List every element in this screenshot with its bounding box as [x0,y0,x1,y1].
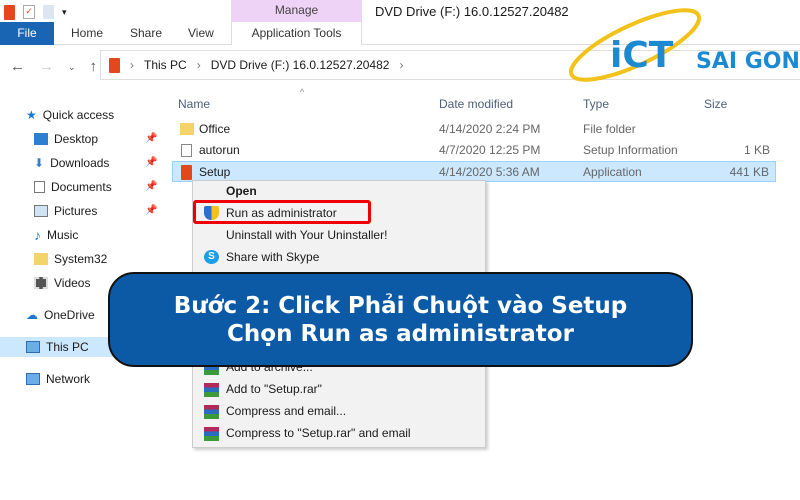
customize-dropdown-icon[interactable]: ▾ [62,7,67,18]
sidebar-item-downloads[interactable]: ⬇ Downloads [34,153,109,173]
sidebar-item-label: Downloads [50,156,110,170]
column-name[interactable]: Name [178,94,210,115]
column-type[interactable]: Type [583,94,609,115]
office-icon [4,4,15,20]
quick-access-toolbar: ✓ ▾ [4,4,67,20]
file-type: File folder [583,122,636,136]
window-title: DVD Drive (F:) 16.0.12527.20482 [375,4,569,19]
file-row[interactable]: autorun 4/7/2020 12:25 PM Setup Informat… [172,140,776,161]
chevron-right-icon: › [196,58,201,72]
back-arrow-icon[interactable]: ← [10,58,25,76]
file-type: Setup Information [583,143,678,157]
sidebar-item-onedrive[interactable]: ☁ OneDrive [26,305,95,325]
tab-application-tools[interactable]: Application Tools [231,22,362,45]
file-row-selected[interactable]: Setup 4/14/2020 5:36 AM Application 441 … [172,161,776,182]
download-icon: ⬇ [34,156,45,170]
logo-saigon: SAI GON [696,49,800,74]
file-date: 4/14/2020 2:24 PM [439,122,541,136]
sidebar-item-label: Documents [51,180,112,194]
breadcrumb-this-pc[interactable]: This PC [144,58,187,72]
forward-arrow-icon[interactable]: → [39,58,54,76]
office-icon [109,57,120,73]
sidebar-item-documents[interactable]: Documents [34,177,112,197]
documents-icon [34,181,45,193]
sidebar-item-system32[interactable]: System32 [34,249,107,269]
sidebar-item-label: System32 [54,252,108,266]
column-date-modified[interactable]: Date modified [439,94,513,115]
folder-icon [34,253,48,265]
tab-view[interactable]: View [188,22,214,45]
sidebar-item-label: Pictures [54,204,98,218]
computer-icon [26,341,40,353]
winrar-icon [204,405,219,419]
banner-line-2: Chọn Run as administrator [227,320,574,347]
logo-ict: iCT [610,35,674,76]
file-type: Application [583,165,642,179]
file-row[interactable]: Office 4/14/2020 2:24 PM File folder [172,119,776,140]
file-size: 1 KB [743,143,770,157]
menu-item-compress-setup-rar-email[interactable]: Compress to "Setup.rar" and email [226,423,411,443]
instruction-banner: Bước 2: Click Phải Chuột vào Setup Chọn … [108,272,693,367]
pin-icon[interactable]: 📌 [145,181,157,192]
sidebar-item-label: Quick access [42,108,115,122]
folder-icon [180,123,194,135]
desktop-icon [34,133,48,145]
office-icon [181,165,192,180]
up-arrow-icon[interactable]: ↑ [90,58,98,76]
videos-icon [34,277,48,289]
pictures-icon [34,205,48,217]
highlight-box [193,200,371,224]
sidebar-item-network[interactable]: Network [26,369,90,389]
sidebar-item-pictures[interactable]: Pictures [34,201,97,221]
file-date: 4/7/2020 12:25 PM [439,143,541,157]
sidebar-item-quick-access[interactable]: ★ Quick access [26,105,114,125]
properties-icon[interactable]: ✓ [23,5,35,19]
star-icon: ★ [26,108,37,122]
music-icon: ♪ [34,227,41,243]
sidebar-item-desktop[interactable]: Desktop [34,129,98,149]
setup-info-icon [181,144,192,157]
manage-context-tab: Manage [231,0,362,22]
winrar-icon [204,383,219,397]
sidebar-item-label: Videos [54,276,91,290]
menu-item-uninstall[interactable]: Uninstall with Your Uninstaller! [226,225,387,245]
navigation-buttons: ← → ⌄ ↑ [10,58,97,76]
sidebar-item-label: This PC [46,340,89,354]
column-size[interactable]: Size [704,94,727,115]
pin-icon[interactable]: 📌 [145,205,157,216]
sidebar-item-label: Music [47,228,79,242]
skype-icon: S [204,250,219,264]
sidebar-item-label: Network [46,372,91,386]
chevron-right-icon[interactable]: › [399,58,403,72]
file-name: Office [199,122,231,136]
breadcrumb-dvd-drive[interactable]: DVD Drive (F:) 16.0.12527.20482 [211,58,390,72]
menu-item-compress-email[interactable]: Compress and email... [226,401,346,421]
menu-item-add-to-setup-rar[interactable]: Add to "Setup.rar" [226,379,322,399]
banner-line-1: Bước 2: Click Phải Chuột vào Setup [173,292,628,319]
sidebar-item-music[interactable]: ♪ Music [34,225,78,245]
winrar-icon [204,427,219,441]
sort-caret-icon: ^ [300,87,305,97]
sidebar-item-label: OneDrive [44,308,95,322]
file-name: autorun [199,143,240,157]
file-size: 441 KB [729,165,769,179]
network-icon [26,373,40,385]
tab-share[interactable]: Share [130,22,162,45]
pin-icon[interactable]: 📌 [145,157,157,168]
pin-icon[interactable]: 📌 [145,133,157,144]
menu-item-open[interactable]: Open [226,181,257,201]
sidebar-item-videos[interactable]: Videos [34,273,90,293]
ict-saigon-logo: iCT SAI GON [560,5,800,85]
sidebar-item-label: Desktop [54,132,99,146]
cloud-icon: ☁ [26,308,38,322]
menu-item-share-skype[interactable]: Share with Skype [226,247,319,267]
tab-home[interactable]: Home [71,22,103,45]
sidebar-item-this-pc[interactable]: This PC [26,337,89,357]
tab-file[interactable]: File [0,22,54,45]
new-folder-icon[interactable] [43,5,54,19]
column-headers: Name ^ Date modified Type Size [172,87,776,115]
recent-chevron-icon[interactable]: ⌄ [68,58,76,76]
chevron-right-icon: › [130,58,134,72]
